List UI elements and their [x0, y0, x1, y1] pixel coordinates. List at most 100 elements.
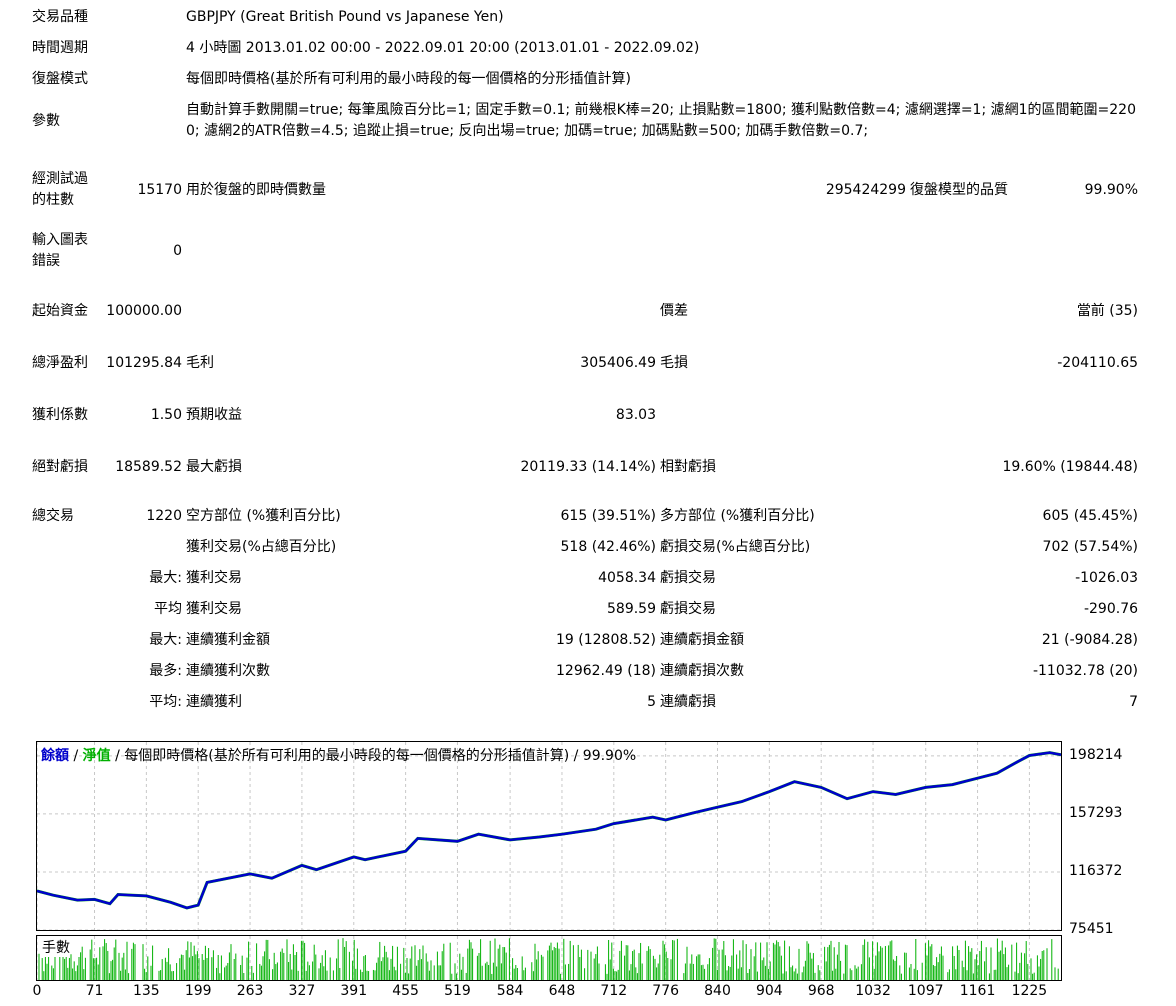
deposit-label: 起始資金 — [32, 302, 88, 319]
avg-consecutive-losses-value: 7 — [1129, 694, 1139, 710]
legend-equity: 淨值 — [82, 748, 111, 764]
symbol-label: 交易品種 — [32, 9, 88, 25]
params-value: 自動計算手數開關=true; 每筆風險百分比=1; 固定手數=0.1; 前幾根K… — [186, 102, 1136, 139]
x-tick-label: 1097 — [907, 983, 944, 999]
x-tick-label: 584 — [496, 983, 524, 999]
avg-consecutive-losses-label: 連續虧損 — [660, 694, 716, 710]
max-consecutive-losses-label: 連續虧損金額 — [660, 632, 744, 648]
average-loss-value: -290.76 — [1083, 601, 1139, 617]
average-label: 平均 — [154, 601, 182, 617]
relative-drawdown-value: 19.60% (19844.48) — [1002, 458, 1139, 475]
x-tick-label: 712 — [600, 983, 628, 999]
errors-label: 輸入圖表錯誤 — [32, 232, 88, 269]
period-label: 時間週期 — [32, 40, 88, 56]
bars-value: 15170 — [137, 181, 182, 198]
spread-value: 當前 (35) — [1076, 302, 1139, 319]
deposit-value: 100000.00 — [106, 302, 182, 319]
params-label: 參數 — [32, 112, 60, 129]
x-tick-label: 71 — [85, 983, 104, 999]
most-consecutive-loss-label: 連續虧損次數 — [660, 663, 744, 679]
x-tick-label: 391 — [340, 983, 368, 999]
y-tick-label: 75451 — [1069, 921, 1114, 937]
most-consecutive-profit-value: 12962.49 (18) — [556, 663, 656, 679]
x-tick-label: 0 — [32, 983, 42, 999]
most-consecutive-label: 最多: — [149, 663, 182, 679]
x-tick-label: 519 — [444, 983, 471, 999]
report-table: 交易品種 GBPJPY (Great British Pound vs Japa… — [30, 2, 1140, 718]
long-positions-label: 多方部位 (%獲利百分比) — [660, 508, 815, 524]
largest-loss-value: -1026.03 — [1075, 570, 1139, 586]
x-tick-label: 776 — [652, 983, 680, 999]
largest-profit-value: 4058.34 — [598, 570, 656, 586]
y-tick-label: 116372 — [1069, 862, 1123, 879]
absolute-drawdown-value: 18589.52 — [115, 458, 182, 475]
lots-label: 手數 — [42, 937, 70, 957]
total-trades-value: 1220 — [146, 508, 182, 524]
ticks-label: 用於復盤的即時價數量 — [186, 181, 326, 198]
largest-loss-label: 虧損交易 — [660, 570, 716, 586]
x-tick-label: 455 — [392, 983, 419, 999]
max-consecutive-label: 最大: — [149, 632, 182, 648]
quality-label: 復盤模型的品質 — [910, 181, 1008, 198]
balance-chart: 餘額 / 淨值 / 每個即時價格(基於所有可利用的最小時段的每一個價格的分形插值… — [36, 741, 1062, 931]
equity-line — [37, 751, 1061, 910]
y-tick-label: 198214 — [1069, 746, 1123, 763]
balance-line — [37, 751, 1061, 910]
largest-label: 最大: — [149, 570, 182, 586]
gross-loss-label: 毛損 — [660, 354, 688, 371]
average-profit-value: 589.59 — [607, 601, 656, 617]
legend-model: 每個即時價格(基於所有可利用的最小時段的每一個價格的分形插值計算) / 99.9… — [124, 748, 637, 764]
avg-consecutive-label: 平均: — [149, 694, 182, 710]
profit-factor-value: 1.50 — [150, 406, 182, 423]
net-profit-value: 101295.84 — [106, 354, 182, 371]
max-consecutive-wins-label: 連續獲利金額 — [186, 632, 270, 648]
x-tick-label: 840 — [704, 983, 731, 999]
legend-sep-2: / — [110, 748, 125, 764]
lots-chart: 手數 — [36, 935, 1062, 981]
net-profit-label: 總淨盈利 — [32, 354, 88, 371]
x-tick-label: 648 — [548, 983, 576, 999]
gross-loss-value: -204110.65 — [1057, 354, 1139, 371]
quality-value: 99.90% — [1084, 181, 1139, 198]
legend-sep-1: / — [69, 748, 83, 764]
max-drawdown-label: 最大虧損 — [186, 458, 242, 475]
total-trades-label: 總交易 — [32, 508, 74, 524]
balance-chart-plot — [37, 742, 1061, 930]
gross-profit-label: 毛利 — [186, 354, 214, 371]
largest-profit-label: 獲利交易 — [186, 570, 242, 586]
x-tick-label: 135 — [132, 983, 160, 999]
expected-payoff-label: 預期收益 — [186, 406, 242, 423]
loss-trades-label: 虧損交易(%占總百分比) — [660, 539, 811, 555]
x-tick-label: 1161 — [959, 983, 996, 999]
avg-consecutive-wins-label: 連續獲利 — [186, 694, 242, 710]
profit-trades-value: 518 (42.46%) — [560, 539, 656, 555]
errors-value: 0 — [173, 242, 182, 259]
gross-profit-value: 305406.49 — [580, 354, 656, 371]
bars-label: 經測試過的柱數 — [32, 171, 88, 208]
short-positions-value: 615 (39.51%) — [560, 508, 656, 524]
x-tick-label: 199 — [184, 983, 212, 999]
legend-balance: 餘額 — [41, 748, 69, 764]
x-tick-label: 327 — [288, 983, 316, 999]
average-profit-label: 獲利交易 — [186, 601, 242, 617]
absolute-drawdown-label: 絕對虧損 — [32, 458, 88, 475]
symbol-value: GBPJPY (Great British Pound vs Japanese … — [186, 9, 504, 25]
ticks-value: 295424299 — [825, 181, 906, 198]
max-consecutive-losses-value: 21 (-9084.28) — [1041, 632, 1139, 648]
short-positions-label: 空方部位 (%獲利百分比) — [186, 508, 341, 524]
x-tick-label: 968 — [807, 983, 835, 999]
x-tick-label: 1032 — [855, 983, 891, 999]
relative-drawdown-label: 相對虧損 — [660, 458, 716, 475]
x-tick-label: 263 — [236, 983, 264, 999]
long-positions-value: 605 (45.45%) — [1042, 508, 1139, 524]
spread-label: 價差 — [660, 302, 688, 319]
profit-trades-label: 獲利交易(%占總百分比) — [186, 539, 337, 555]
period-value: 4 小時圖 2013.01.02 00:00 - 2022.09.01 20:0… — [186, 40, 700, 56]
x-tick-label: 1225 — [1011, 983, 1048, 999]
average-loss-label: 虧損交易 — [660, 601, 716, 617]
profit-factor-label: 獲利係數 — [32, 406, 88, 423]
avg-consecutive-wins-value: 5 — [647, 694, 656, 710]
most-consecutive-profit-label: 連續獲利次數 — [186, 663, 270, 679]
max-drawdown-value: 20119.33 (14.14%) — [520, 458, 656, 475]
model-value: 每個即時價格(基於所有可利用的最小時段的每一個價格的分形插值計算) — [186, 71, 631, 87]
